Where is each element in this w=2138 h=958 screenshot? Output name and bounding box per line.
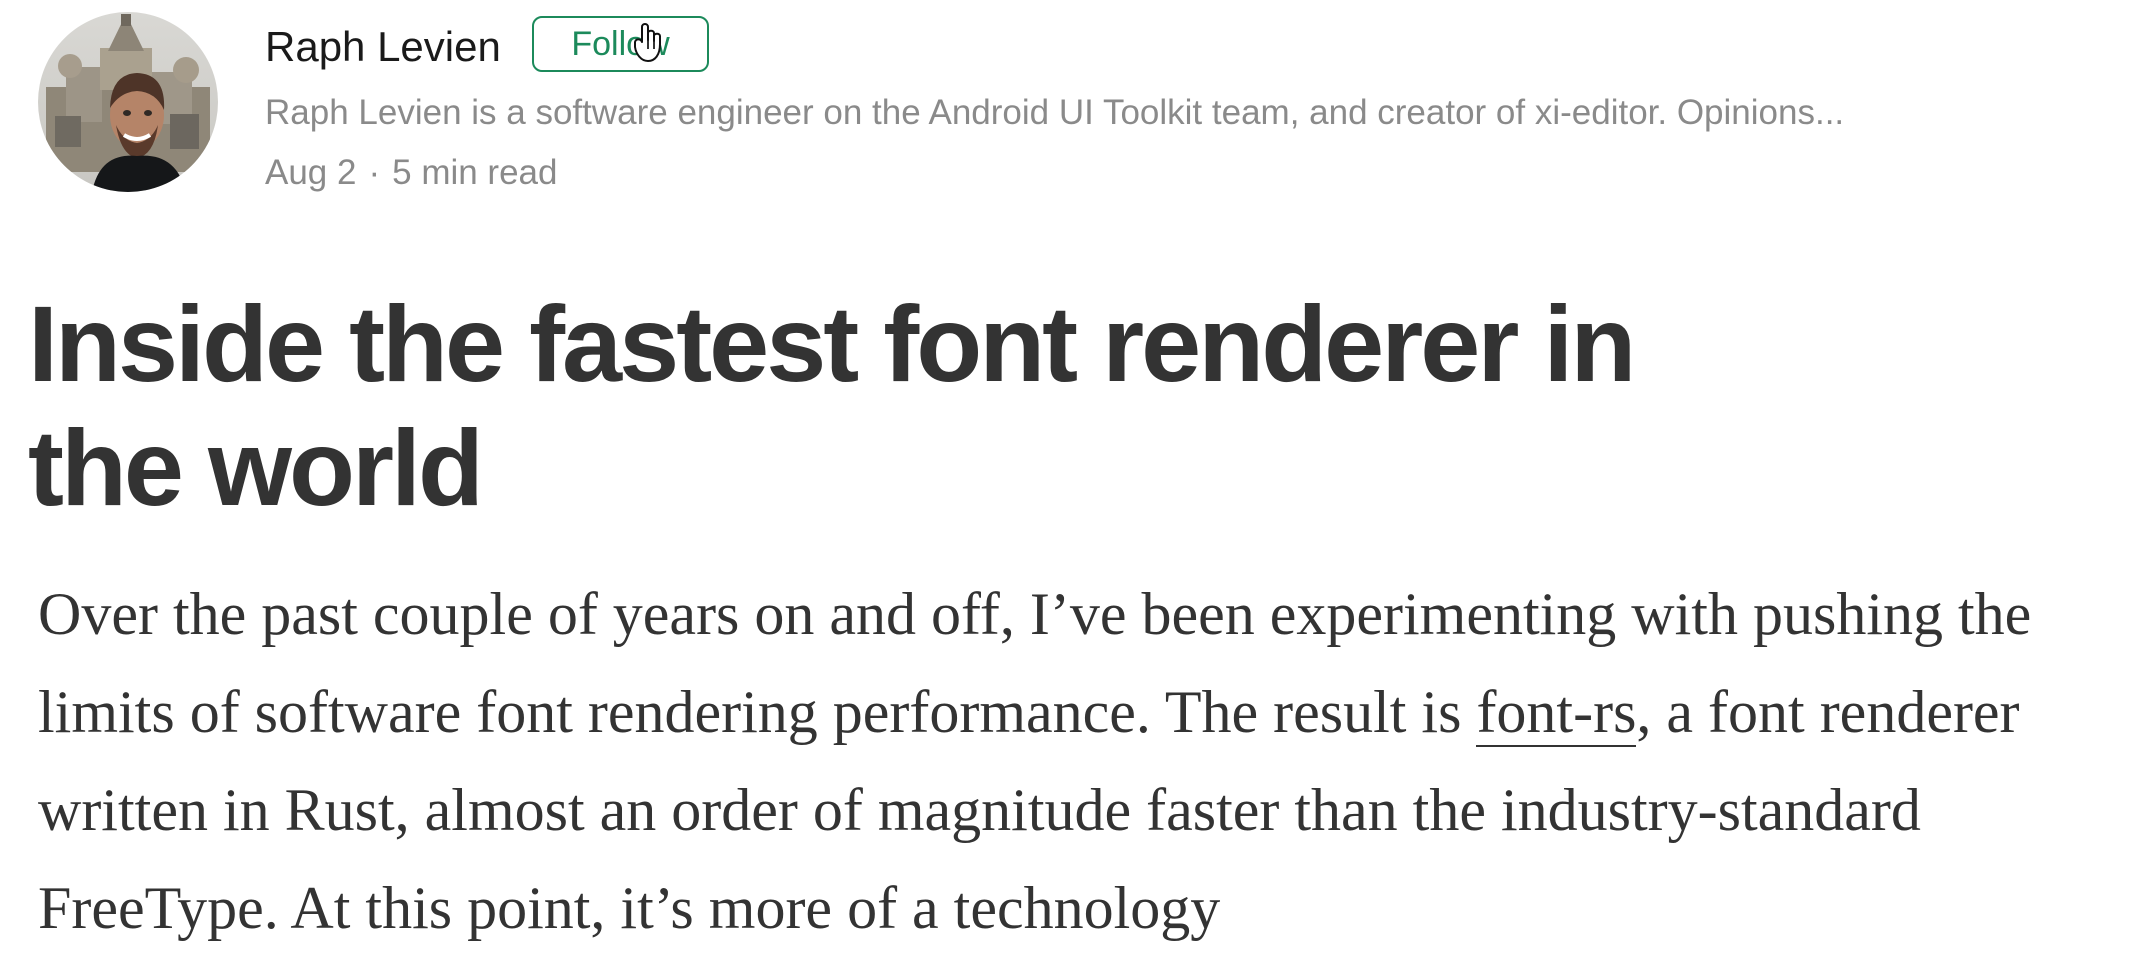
avatar-photo xyxy=(38,12,218,192)
meta-separator: · xyxy=(368,153,381,192)
font-rs-link[interactable]: font-rs xyxy=(1476,679,1637,747)
article-title: Inside the fastest font renderer in the … xyxy=(28,283,1636,528)
author-avatar[interactable] xyxy=(38,12,218,192)
publish-date: Aug 2 xyxy=(265,153,357,192)
author-byline: Raph Levien Follow Raph Levien is a soft… xyxy=(38,12,2138,192)
article-paragraph: Over the past couple of years on and off… xyxy=(38,565,2118,957)
author-bio: Raph Levien is a software engineer on th… xyxy=(265,93,1845,132)
post-metadata: Aug 2 · 5 min read xyxy=(265,152,558,194)
read-time: 5 min read xyxy=(392,153,558,192)
author-name[interactable]: Raph Levien xyxy=(265,22,501,72)
follow-button[interactable]: Follow xyxy=(532,16,709,72)
